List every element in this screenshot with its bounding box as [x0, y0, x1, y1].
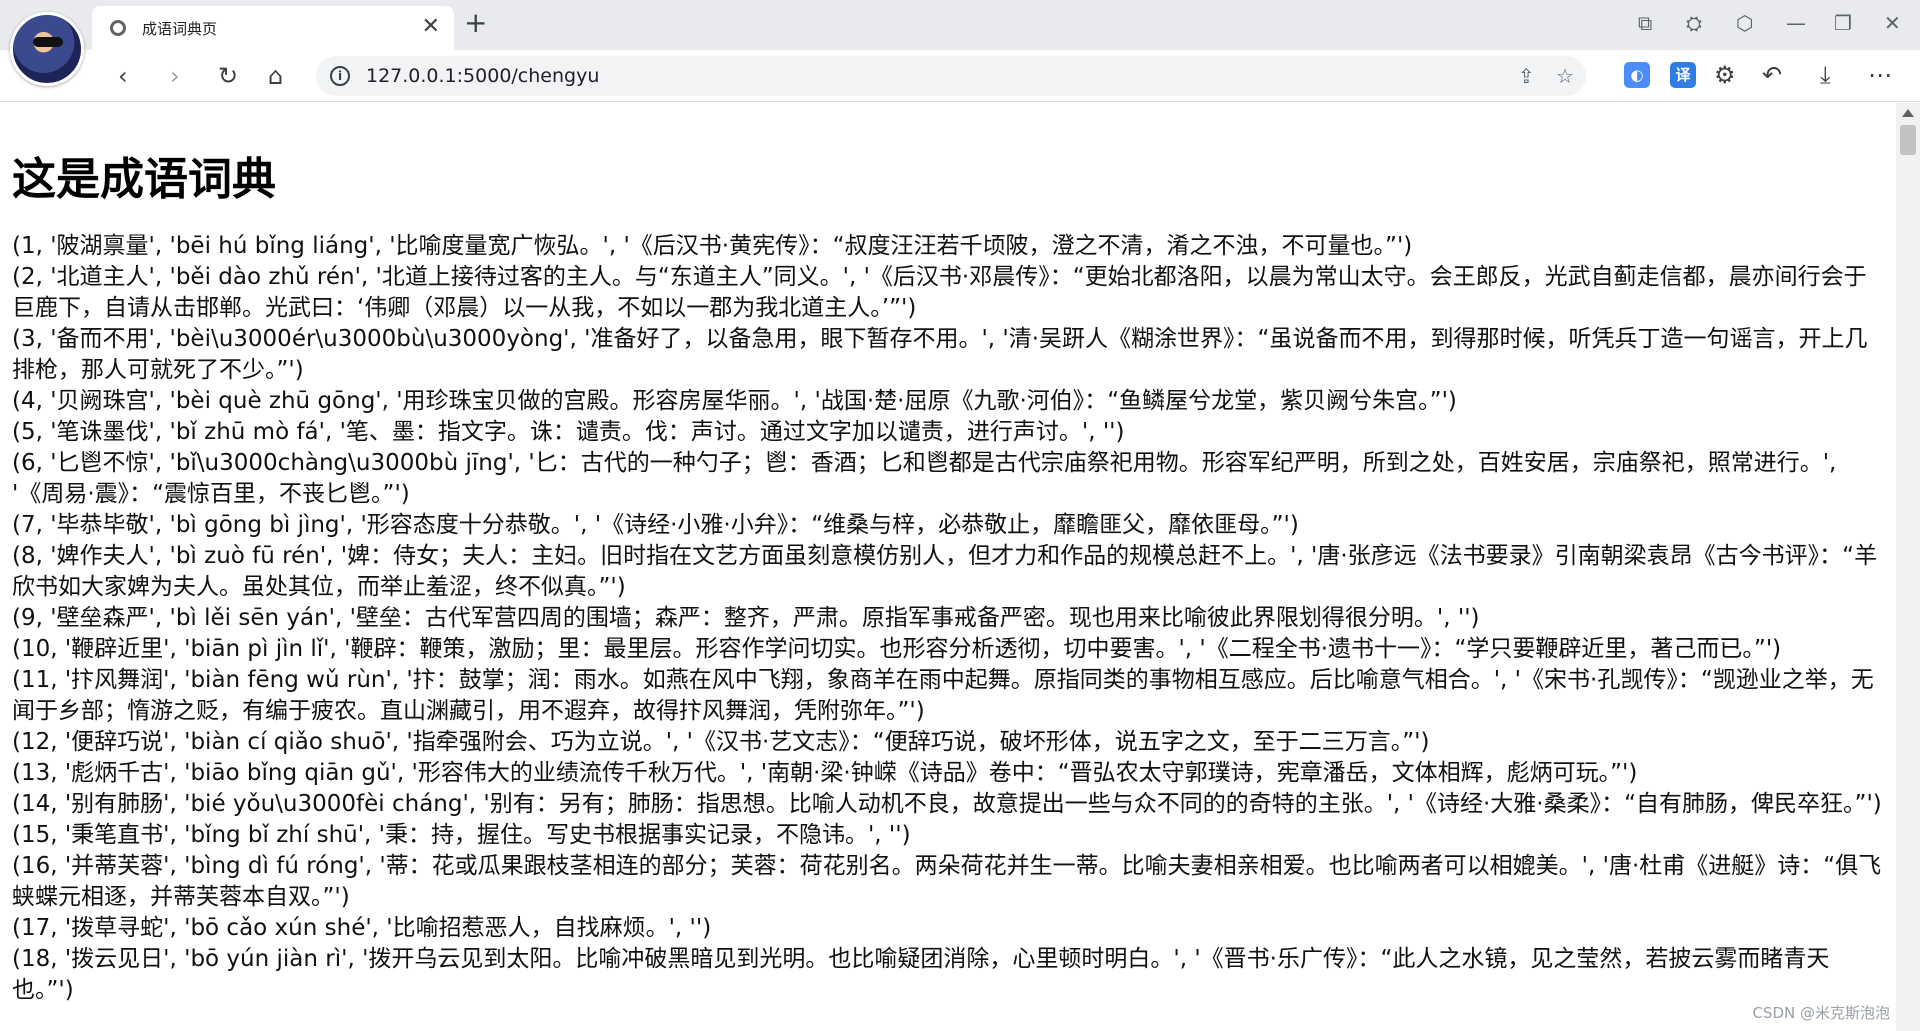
list-item: (17, '拨草寻蛇', 'bō cǎo xún shé', '比喻招惹恶人，自…	[12, 915, 712, 941]
scroll-up-icon[interactable]	[1902, 109, 1914, 117]
list-item: (14, '别有肺肠', 'bié yǒu\u3000fèi cháng', '…	[12, 791, 1882, 817]
watermark: CSDN @米克斯泡泡	[1752, 1004, 1890, 1022]
list-item: (13, '彪炳千古', 'biāo bǐng qiān gǔ', '形容伟大的…	[12, 760, 1638, 786]
url-text[interactable]: 127.0.0.1:5000/chengyu	[366, 65, 599, 87]
scrollbar[interactable]	[1896, 103, 1920, 1031]
extensions-icon[interactable]: ⚙	[1714, 60, 1736, 90]
restore-icon[interactable]: ❐	[1834, 10, 1852, 36]
list-item: (4, '贝阙珠宫', 'bèi què zhū gōng', '用珍珠宝贝做的…	[12, 388, 1457, 414]
minimize-icon[interactable]: —	[1786, 10, 1806, 36]
forward-icon[interactable]: ›	[170, 62, 180, 90]
list-item: (7, '毕恭毕敬', 'bì gōng bì jìng', '形容态度十分恭敬…	[12, 512, 1299, 538]
close-icon[interactable]: ✕	[422, 14, 440, 40]
entries-list: (1, '陂湖禀量', 'bēi hú bǐng liáng', '比喻度量宽广…	[12, 231, 1884, 1006]
incognito-icon[interactable]: ⛭	[1686, 10, 1702, 36]
extensions-puzzle-icon[interactable]: ⬡	[1736, 10, 1753, 36]
window-close-icon[interactable]: ✕	[1884, 10, 1901, 36]
edge-icon	[110, 20, 126, 36]
list-item: (5, '笔诛墨伐', 'bǐ zhū mò fá', '笔、墨：指文字。诛：谴…	[12, 419, 1125, 445]
back-icon[interactable]: ‹	[118, 62, 128, 90]
list-item: (3, '备而不用', 'bèi\u3000ér\u3000bù\u3000yò…	[12, 326, 1868, 383]
list-item: (8, '婢作夫人', 'bì zuò fū rén', '婢：侍女；夫人：主妇…	[12, 543, 1878, 600]
list-item: (1, '陂湖禀量', 'bēi hú bǐng liáng', '比喻度量宽广…	[12, 233, 1413, 259]
reload-icon[interactable]: ↻	[218, 62, 238, 90]
home-icon[interactable]: ⌂	[268, 62, 283, 90]
info-icon[interactable]: i	[330, 66, 350, 86]
workspace-icon[interactable]: ⧉	[1638, 10, 1652, 36]
translate-icon[interactable]: 译	[1670, 62, 1696, 88]
share-icon[interactable]: ⇪	[1518, 64, 1535, 88]
star-icon[interactable]: ☆	[1556, 64, 1574, 88]
list-item: (11, '抃风舞润', 'biàn fēng wǔ rùn', '抃：鼓掌；润…	[12, 667, 1874, 724]
list-item: (16, '并蒂芙蓉', 'bìng dì fú róng', '蒂：花或瓜果跟…	[12, 853, 1882, 910]
list-item: (6, '匕鬯不惊', 'bǐ\u3000chàng\u3000bù jīng'…	[12, 450, 1837, 507]
list-item: (10, '鞭辟近里', 'biān pì jìn lǐ', '鞭辟：鞭策，激励…	[12, 636, 1782, 662]
tab-title: 成语词典页	[142, 20, 218, 38]
scroll-thumb[interactable]	[1900, 125, 1916, 155]
list-item: (9, '壁垒森严', 'bì lěi sēn yán', '壁垒：古代军营四周…	[12, 605, 1480, 631]
list-item: (15, '秉笔直书', 'bǐng bǐ zhí shū', '秉：持，握住。…	[12, 822, 911, 848]
list-item: (12, '便辞巧说', 'biàn cí qiǎo shuō', '指牵强附会…	[12, 729, 1430, 755]
page-content: 这是成语词典 (1, '陂湖禀量', 'bēi hú bǐng liáng', …	[0, 103, 1896, 1031]
undo-icon[interactable]: ↶	[1762, 60, 1782, 90]
page-title: 这是成语词典	[12, 154, 276, 205]
more-icon[interactable]: ⋯	[1868, 60, 1892, 90]
list-item: (18, '拨云见日', 'bō yún jiàn rì', '拨开乌云见到太阳…	[12, 946, 1830, 1003]
list-item: (2, '北道主人', 'běi dào zhǔ rén', '北道上接待过客的…	[12, 264, 1867, 321]
browser-tab[interactable]: 成语词典页 ✕	[92, 6, 454, 50]
profile-avatar[interactable]	[10, 12, 84, 86]
extension-icon[interactable]: ◐	[1624, 62, 1650, 88]
address-bar[interactable]: i 127.0.0.1:5000/chengyu ⇪ ☆	[316, 56, 1586, 96]
download-icon[interactable]: ⤓	[1820, 60, 1831, 90]
plus-icon[interactable]: +	[464, 8, 487, 38]
